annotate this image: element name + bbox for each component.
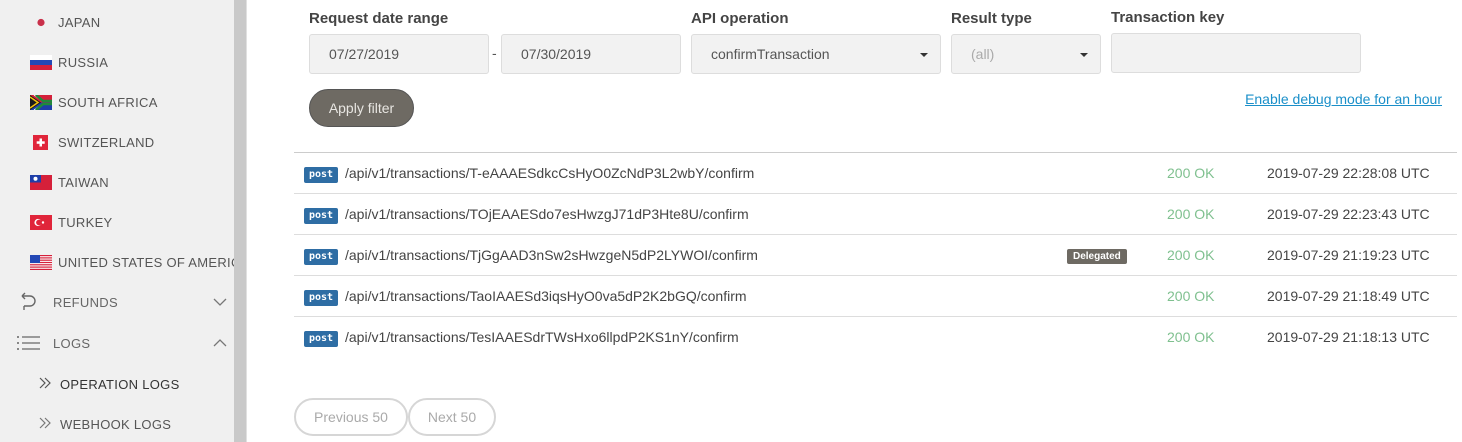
sidebar-item-label: REFUNDS (53, 294, 118, 310)
log-status: 200 OK (1167, 247, 1215, 263)
date-from-input[interactable]: 07/27/2019 (309, 34, 489, 74)
sidebar-item-label: TURKEY (58, 214, 113, 230)
sidebar-item-label: SWITZERLAND (58, 134, 155, 150)
turkey-flag-icon (30, 214, 52, 230)
date-range-label: Request date range (309, 10, 449, 27)
log-time: 2019-07-29 21:19:23 UTC (1267, 247, 1430, 263)
log-time: 2019-07-29 21:18:13 UTC (1267, 329, 1430, 345)
result-type-label: Result type (951, 10, 1032, 27)
sidebar-item-label: LOGS (53, 335, 91, 351)
sidebar-item-usa[interactable]: UNITED STATES OF AMERICA (30, 252, 234, 272)
main-content: Request date range 07/27/2019 - 07/30/20… (248, 0, 1462, 442)
api-operation-label: API operation (691, 10, 789, 27)
transaction-key-label: Transaction key (1111, 9, 1225, 26)
taiwan-flag-icon (30, 174, 52, 190)
post-method-badge: post (304, 249, 339, 265)
sidebar-item-switzerland[interactable]: SWITZERLAND (30, 132, 234, 152)
api-operation-select[interactable]: confirmTransaction (691, 34, 941, 74)
result-type-select[interactable]: (all) (951, 34, 1101, 74)
sidebar: JAPAN RUSSIA SOUTH AFRICA SWITZERLAND TA… (0, 0, 234, 442)
sidebar-item-label: TAIWAN (58, 174, 109, 190)
date-from-value: 07/27/2019 (329, 46, 400, 62)
sidebar-item-japan[interactable]: JAPAN (30, 12, 234, 32)
double-chevron-right-icon (38, 376, 52, 393)
log-status: 200 OK (1167, 165, 1215, 181)
russia-flag-icon (30, 54, 52, 70)
post-method-badge: post (304, 290, 339, 306)
log-path: /api/v1/transactions/TOjEAAESdo7esHwzgJ7… (345, 206, 749, 222)
sidebar-item-turkey[interactable]: TURKEY (30, 212, 234, 232)
log-path: /api/v1/transactions/TesIAAESdrTWsHxo6ll… (345, 329, 739, 345)
sidebar-item-label: RUSSIA (58, 54, 109, 70)
double-chevron-right-icon (38, 416, 52, 433)
previous-page-button[interactable]: Previous 50 (294, 398, 408, 436)
apply-filter-button[interactable]: Apply filter (309, 89, 414, 127)
log-row[interactable]: post /api/v1/transactions/TOjEAAESdo7esH… (294, 194, 1457, 235)
log-path: /api/v1/transactions/TjGgAAD3nSw2sHwzgeN… (345, 247, 758, 263)
log-status: 200 OK (1167, 329, 1215, 345)
log-status: 200 OK (1167, 288, 1215, 304)
log-status: 200 OK (1167, 206, 1215, 222)
transaction-key-input[interactable] (1111, 33, 1361, 73)
sidebar-item-logs[interactable]: LOGS (0, 331, 234, 355)
sidebar-item-taiwan[interactable]: TAIWAN (30, 172, 234, 192)
sidebar-item-label: WEBHOOK LOGS (60, 416, 172, 432)
chevron-up-icon (212, 335, 228, 351)
api-operation-value: confirmTransaction (711, 46, 830, 62)
sidebar-item-operation-logs[interactable]: OPERATION LOGS (38, 374, 180, 394)
result-type-value: (all) (971, 46, 995, 62)
sidebar-item-label: SOUTH AFRICA (58, 94, 158, 110)
switzerland-flag-icon (30, 134, 52, 150)
post-method-badge: post (304, 167, 339, 183)
south-africa-flag-icon (30, 94, 52, 110)
usa-flag-icon (30, 254, 52, 270)
log-list: post /api/v1/transactions/T-eAAAESdkcCsH… (294, 152, 1457, 358)
log-time: 2019-07-29 22:28:08 UTC (1267, 165, 1430, 181)
log-row[interactable]: post /api/v1/transactions/TesIAAESdrTWsH… (294, 317, 1457, 358)
refund-arrow-icon (16, 292, 40, 312)
next-page-button[interactable]: Next 50 (408, 398, 496, 436)
date-separator: - (492, 45, 497, 61)
log-time: 2019-07-29 22:23:43 UTC (1267, 206, 1430, 222)
log-row[interactable]: post /api/v1/transactions/TaoIAAESd3iqsH… (294, 276, 1457, 317)
sidebar-item-south-africa[interactable]: SOUTH AFRICA (30, 92, 234, 112)
log-path: /api/v1/transactions/T-eAAAESdkcCsHyO0Zc… (345, 165, 755, 181)
date-to-value: 07/30/2019 (521, 46, 592, 62)
caret-down-icon (1080, 53, 1088, 57)
sidebar-item-label: UNITED STATES OF AMERICA (58, 254, 234, 270)
post-method-badge: post (304, 331, 339, 347)
post-method-badge: post (304, 208, 339, 224)
log-time: 2019-07-29 21:18:49 UTC (1267, 288, 1430, 304)
chevron-down-icon (212, 294, 228, 310)
caret-down-icon (920, 53, 928, 57)
sidebar-item-russia[interactable]: RUSSIA (30, 52, 234, 72)
delegated-badge: Delegated (1067, 249, 1127, 264)
date-to-input[interactable]: 07/30/2019 (501, 34, 681, 74)
log-row[interactable]: post /api/v1/transactions/T-eAAAESdkcCsH… (294, 153, 1457, 194)
log-path: /api/v1/transactions/TaoIAAESd3iqsHyO0va… (345, 288, 747, 304)
list-icon (16, 333, 40, 353)
log-row[interactable]: post /api/v1/transactions/TjGgAAD3nSw2sH… (294, 235, 1457, 276)
sidebar-item-label: JAPAN (58, 14, 101, 30)
japan-flag-icon (30, 14, 52, 30)
sidebar-item-webhook-logs[interactable]: WEBHOOK LOGS (38, 414, 171, 434)
enable-debug-link[interactable]: Enable debug mode for an hour (1245, 91, 1442, 107)
sidebar-scrollbar[interactable] (234, 0, 247, 442)
sidebar-item-refunds[interactable]: REFUNDS (0, 290, 234, 314)
sidebar-item-label: OPERATION LOGS (60, 376, 180, 392)
